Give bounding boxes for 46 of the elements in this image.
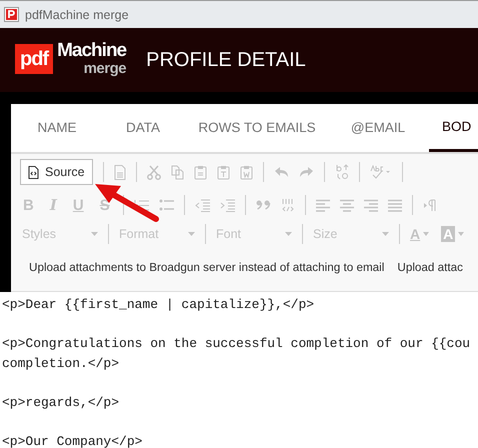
upload-attachments-button[interactable]: Upload attachments to Broadgun server instead of attaching to email (29, 260, 384, 274)
justify-icon[interactable] (388, 198, 402, 212)
indent-icon[interactable] (220, 198, 235, 212)
caret-icon (285, 232, 292, 236)
upload-attachments-button[interactable]: Upload attac (397, 260, 464, 274)
caret-icon (458, 232, 464, 236)
source-button[interactable]: Source (20, 159, 93, 185)
code-file-icon (28, 166, 39, 178)
paste-text-icon[interactable] (216, 164, 230, 180)
align-left-icon[interactable] (316, 198, 330, 212)
caret-icon (188, 232, 195, 236)
document-icon[interactable] (114, 164, 126, 180)
caret-icon (382, 232, 389, 236)
div-container-icon[interactable] (280, 198, 295, 212)
code-line: <p>Congratulations on the successful completion of our {{cou (2, 335, 470, 353)
align-right-icon[interactable] (364, 198, 378, 212)
tab[interactable]: NAME (15, 104, 99, 152)
caret-icon (91, 232, 98, 236)
numbered-list-icon[interactable] (134, 198, 149, 212)
outdent-icon[interactable] (194, 198, 210, 212)
logo-pdf: pdf (15, 44, 54, 74)
paragraph-direction-icon[interactable] (422, 198, 437, 212)
code-line: completion.</p> (2, 354, 120, 372)
blockquote-icon[interactable] (256, 200, 271, 210)
code-line: <p>regards,</p> (2, 394, 120, 412)
page-title: PROFILE DETAIL (146, 48, 306, 72)
code-line: <p>Our Company</p> (2, 432, 142, 448)
caret-icon (423, 232, 430, 236)
cut-icon[interactable] (146, 164, 161, 180)
spellcheck-icon[interactable] (370, 164, 392, 180)
logo-machine: Machine (57, 42, 126, 60)
copy-icon[interactable] (170, 164, 184, 180)
window-title: pdfMachine merge (25, 8, 129, 22)
undo-icon[interactable] (274, 166, 289, 178)
align-center-icon[interactable] (340, 198, 354, 212)
logo-merge: merge (84, 60, 126, 78)
bullet-list-icon[interactable] (158, 198, 174, 212)
redo-icon[interactable] (298, 166, 314, 178)
app-icon (4, 7, 19, 22)
find-replace-icon[interactable] (334, 164, 349, 180)
code-line: <p>Dear {{first_name | capitalize}},</p> (2, 296, 314, 314)
tab[interactable]: ROWS TO EMAILS (187, 104, 327, 152)
paste-icon[interactable] (194, 164, 207, 180)
tab[interactable]: @EMAIL (327, 104, 429, 152)
tab[interactable]: DATA (99, 104, 187, 152)
paste-word-icon[interactable] (240, 164, 253, 180)
